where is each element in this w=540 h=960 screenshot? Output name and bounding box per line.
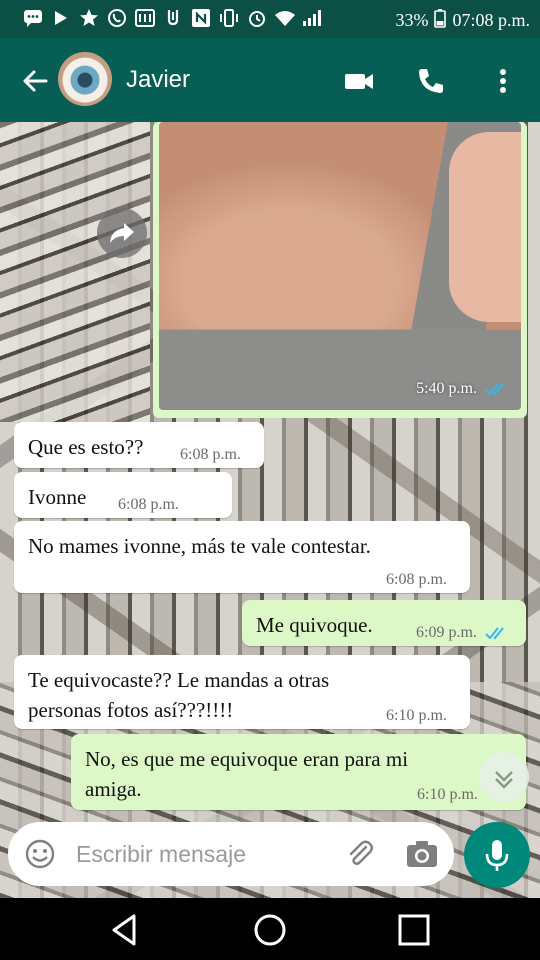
- nfc-icon: [190, 8, 212, 28]
- chat-header: Javier: [0, 38, 540, 122]
- shared-photo[interactable]: 5:40 p.m.: [159, 122, 521, 410]
- attach-icon[interactable]: [344, 838, 376, 870]
- message-input[interactable]: Escribir mensaje: [76, 841, 246, 868]
- back-arrow-icon[interactable]: [18, 64, 52, 98]
- message-input-bar[interactable]: Escribir mensaje: [8, 822, 454, 886]
- more-vert-icon[interactable]: [486, 64, 520, 98]
- message-text: Que es esto??: [28, 435, 144, 459]
- chat-icon: [22, 8, 44, 28]
- message-text: Ivonne: [28, 485, 87, 509]
- message-text: No mames ivonne, más te vale contestar.: [28, 534, 371, 558]
- clock: 07:08 p.m.: [452, 10, 530, 30]
- signal-icon: [302, 8, 324, 28]
- mic-icon: [485, 840, 509, 871]
- emoji-icon[interactable]: [24, 838, 56, 870]
- incoming-message[interactable]: No mames ivonne, más te vale contestar. …: [14, 521, 470, 593]
- whatsapp-icon: [106, 8, 128, 28]
- message-text: Te equivocaste?? Le mandas a otras perso…: [28, 668, 330, 722]
- usb-icon: [162, 8, 184, 28]
- video-call-icon[interactable]: [342, 64, 376, 98]
- message-text: No, es que me equivoque eran para mi ami…: [85, 747, 409, 801]
- message-text: Me quivoque.: [256, 613, 373, 637]
- avatar[interactable]: [58, 52, 112, 106]
- chat-area[interactable]: 5:40 p.m. Que es esto?? 6:08 p.m. Ivonne…: [0, 122, 540, 898]
- incoming-message[interactable]: Que es esto?? 6:08 p.m.: [14, 422, 264, 468]
- battery-icon: [434, 8, 447, 33]
- message-time: 6:10 p.m.: [386, 707, 447, 724]
- outgoing-message[interactable]: No, es que me equivoque eran para mi ami…: [71, 734, 526, 810]
- contact-name[interactable]: Javier: [126, 66, 190, 94]
- play-icon: [50, 8, 72, 28]
- outgoing-message[interactable]: Me quivoque. 6:09 p.m.: [242, 600, 526, 646]
- message-time: 6:08 p.m.: [180, 446, 241, 463]
- incoming-message[interactable]: Te equivocaste?? Le mandas a otras perso…: [14, 655, 470, 729]
- nav-back-icon[interactable]: [106, 910, 146, 950]
- status-bar: 33% 07:08 p.m.: [0, 0, 540, 38]
- scroll-down-button[interactable]: [479, 752, 529, 802]
- forward-icon[interactable]: [97, 208, 147, 258]
- read-ticks-icon: [485, 383, 504, 396]
- notification-icons: [22, 8, 324, 28]
- mic-button[interactable]: [464, 822, 530, 888]
- phone-icon[interactable]: [414, 64, 448, 98]
- message-time: 6:10 p.m.: [417, 786, 478, 803]
- star-icon: [78, 8, 100, 28]
- chevron-down-icon: [495, 771, 513, 789]
- nav-recents-icon[interactable]: [394, 910, 434, 950]
- battery-percentage: 33%: [395, 10, 429, 30]
- alarm-icon: [246, 8, 268, 28]
- message-time: 6:08 p.m.: [118, 496, 179, 513]
- system-nav-bar: [0, 898, 540, 960]
- vibrate-icon: [218, 8, 240, 28]
- message-time: 6:09 p.m.: [416, 624, 507, 642]
- read-ticks-icon: [485, 627, 504, 640]
- nav-home-icon[interactable]: [250, 910, 290, 950]
- message-time: 5:40 p.m.: [416, 380, 507, 398]
- message-time: 6:08 p.m.: [386, 571, 447, 588]
- photo-message[interactable]: 5:40 p.m.: [153, 122, 527, 418]
- camera-icon[interactable]: [404, 836, 440, 872]
- incoming-message[interactable]: Ivonne 6:08 p.m.: [14, 472, 232, 518]
- news-icon: [134, 8, 156, 28]
- wifi-icon: [274, 8, 296, 28]
